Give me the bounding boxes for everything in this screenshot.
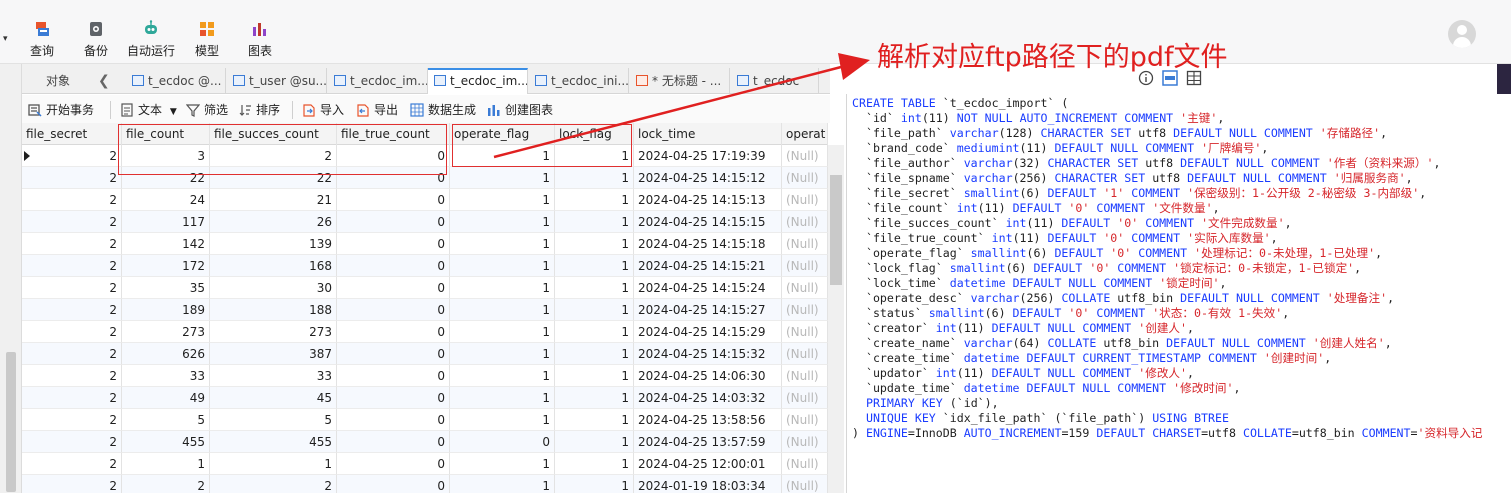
ddl-line: `operate_desc` varchar(256) COLLATE utf8…	[852, 291, 1395, 305]
ddl-line: `operate_flag` smallint(6) DEFAULT '0' C…	[852, 246, 1383, 260]
ddl-line: `brand_code` mediumint(11) DEFAULT NULL …	[852, 141, 1269, 155]
ddl-line: `creator` int(11) DEFAULT NULL COMMENT '…	[852, 321, 1194, 335]
ddl-line: `file_spname` varchar(256) CHARACTER SET…	[852, 171, 1413, 185]
ddl-line: `status` smallint(6) DEFAULT '0' COMMENT…	[852, 306, 1290, 320]
ddl-line: `update_time` datetime DEFAULT NULL COMM…	[852, 381, 1241, 395]
ddl-view-switcher	[1138, 70, 1208, 88]
ddl-line: `file_author` varchar(32) CHARACTER SET …	[852, 156, 1441, 170]
ddl-line: ) ENGINE=InnoDB AUTO_INCREMENT=159 DEFAU…	[852, 426, 1483, 440]
ddl-line: `file_true_count` int(11) DEFAULT '0' CO…	[852, 231, 1278, 245]
ddl-line: `create_name` varchar(64) COLLATE utf8_b…	[852, 336, 1392, 350]
ddl-line: `id` int(11) NOT NULL AUTO_INCREMENT COM…	[852, 111, 1225, 125]
table-layout-icon[interactable]	[1186, 70, 1202, 86]
ddl-line: `updator` int(11) DEFAULT NULL COMMENT '…	[852, 366, 1194, 380]
ddl-line: `file_path` varchar(128) CHARACTER SET u…	[852, 126, 1388, 140]
ddl-line: `file_secret` smallint(6) DEFAULT '1' CO…	[852, 186, 1427, 200]
ddl-line: CREATE TABLE `t_ecdoc_import` (	[852, 96, 1069, 110]
ddl-line: UNIQUE KEY `idx_file_path` (`file_path`)…	[865, 411, 1229, 425]
ddl-line: PRIMARY KEY (`id`),	[865, 396, 999, 410]
info-icon[interactable]	[1138, 70, 1154, 86]
ddl-line: `file_succes_count` int(11) DEFAULT '0' …	[852, 216, 1292, 230]
ddl-line: `create_time` datetime DEFAULT CURRENT_T…	[852, 351, 1332, 365]
ddl-icon[interactable]	[1162, 70, 1178, 86]
annotation-label: 解析对应ftp路径下的pdf文件	[877, 42, 1228, 73]
ddl-line: `lock_time` datetime DEFAULT NULL COMMEN…	[852, 276, 1227, 290]
ddl-code: CREATE TABLE `t_ecdoc_import` ( `id` int…	[852, 96, 1482, 441]
ddl-line: `lock_flag` smallint(6) DEFAULT '0' COMM…	[852, 261, 1362, 275]
ddl-line: `file_count` int(11) DEFAULT '0' COMMENT…	[852, 201, 1220, 215]
